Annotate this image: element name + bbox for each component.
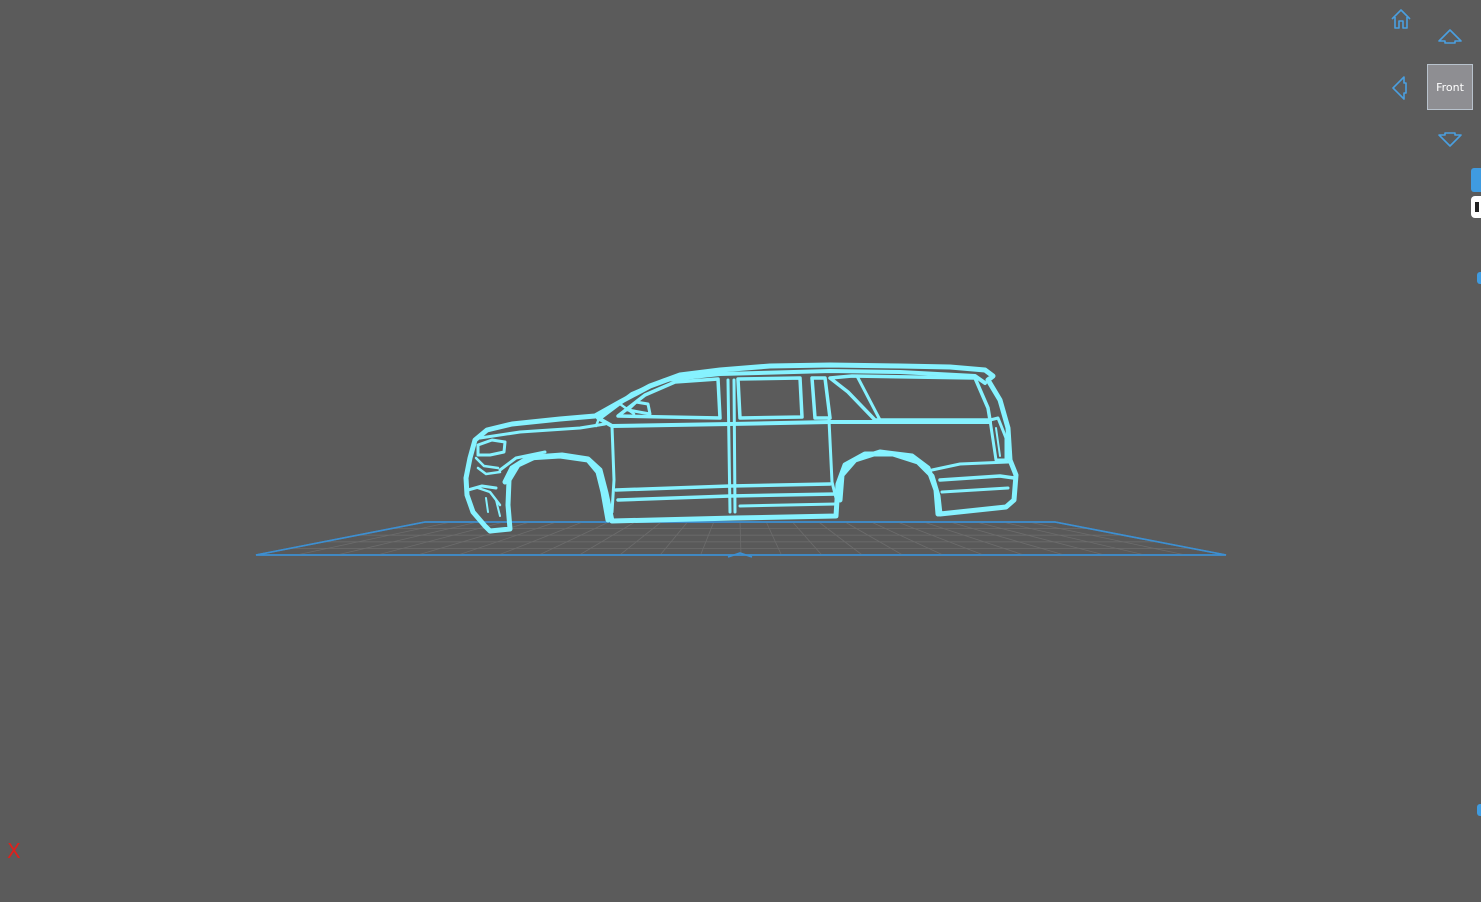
side-panel-marker-top[interactable]	[1477, 272, 1481, 284]
home-view-button[interactable]	[1388, 6, 1414, 32]
ground-grid	[255, 521, 1227, 558]
rear-wheel-arch	[837, 449, 941, 517]
viewcube-front-face[interactable]: Front	[1427, 64, 1473, 110]
side-panel-marker-bottom[interactable]	[1477, 804, 1481, 816]
arrow-down-icon	[1438, 132, 1462, 147]
3d-scene-canvas[interactable]	[0, 0, 1481, 902]
rotate-up-button[interactable]	[1437, 26, 1463, 46]
rotate-left-button[interactable]	[1388, 75, 1410, 101]
home-icon	[1391, 9, 1411, 29]
arrow-up-icon	[1438, 29, 1462, 44]
front-wheel-arch	[502, 453, 611, 523]
car-model[interactable]	[463, 362, 1019, 534]
rear-door-window	[736, 376, 804, 420]
rotate-down-button[interactable]	[1437, 130, 1463, 150]
3d-viewport[interactable]: Front X	[0, 0, 1481, 902]
arrow-left-icon	[1392, 76, 1407, 100]
quarter-window	[828, 374, 992, 422]
pillar-window	[810, 376, 832, 420]
x-axis-label: X	[7, 839, 21, 863]
side-panel-tab[interactable]	[1471, 168, 1481, 192]
side-panel-toggle[interactable]	[1471, 196, 1481, 218]
headlight	[476, 438, 507, 457]
